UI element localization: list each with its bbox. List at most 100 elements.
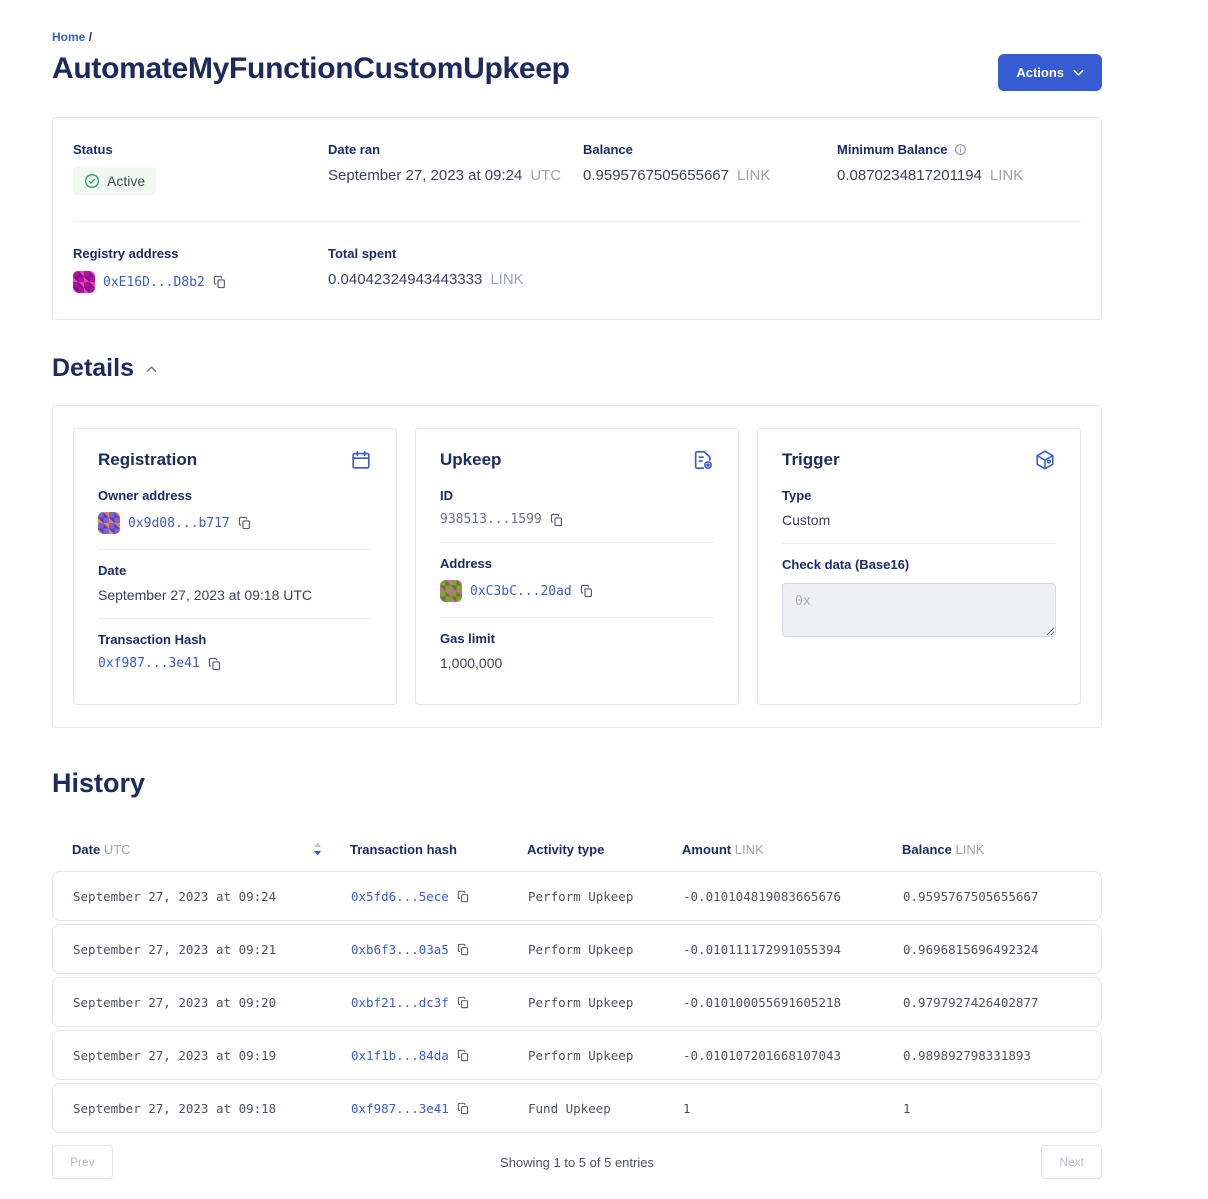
next-button[interactable]: Next	[1041, 1145, 1102, 1179]
column-header-date: Date UTC	[72, 842, 350, 857]
gas-limit-label: Gas limit	[440, 631, 714, 646]
total-spent-value: 0.04042324943443333	[328, 271, 482, 288]
upkeep-id-label: ID	[440, 488, 714, 503]
upkeep-card-title: Upkeep	[440, 450, 501, 470]
upkeep-id-field: ID 938513...1599	[440, 475, 714, 542]
copy-icon[interactable]	[208, 657, 222, 671]
upkeep-identicon	[440, 580, 462, 602]
copy-icon[interactable]	[457, 996, 470, 1009]
row-amount: -0.010100055691605218	[683, 995, 903, 1010]
upkeep-card: Upkeep ID 938513...1599 Address 0x	[415, 428, 739, 705]
owner-address-link[interactable]: 0x9d08...b717	[128, 516, 230, 531]
calendar-icon	[350, 449, 372, 471]
table-row: September 27, 2023 at 09:20 0xbf21...dc3…	[52, 977, 1102, 1027]
trigger-type-label: Type	[782, 488, 1056, 503]
summary-card: Status Active Date ran September 27, 202…	[52, 117, 1102, 320]
copy-icon[interactable]	[457, 1102, 470, 1115]
row-date: September 27, 2023 at 09:18	[73, 1101, 351, 1116]
column-header-balance: Balance LINK	[902, 842, 1082, 857]
row-balance: 0.989892798331893	[903, 1048, 1081, 1063]
min-balance-suffix: LINK	[990, 167, 1023, 184]
row-date: September 27, 2023 at 09:21	[73, 942, 351, 957]
copy-icon[interactable]	[457, 943, 470, 956]
date-ran-suffix: UTC	[530, 167, 561, 184]
registration-date-label: Date	[98, 563, 372, 578]
check-circle-icon	[84, 173, 100, 189]
trigger-type-value: Custom	[782, 512, 1056, 528]
row-tx-link[interactable]: 0x1f1b...84da	[351, 1048, 449, 1063]
total-spent-suffix: LINK	[490, 271, 523, 288]
actions-button[interactable]: Actions	[998, 54, 1102, 91]
owner-identicon	[98, 512, 120, 534]
row-tx-link[interactable]: 0xbf21...dc3f	[351, 995, 449, 1010]
details-title: Details	[52, 354, 134, 383]
copy-icon[interactable]	[213, 275, 227, 289]
min-balance-label: Minimum Balance	[837, 142, 948, 157]
check-data-textarea[interactable]	[782, 583, 1056, 637]
history-rows: September 27, 2023 at 09:24 0x5fd6...5ec…	[52, 871, 1102, 1133]
gas-limit-field: Gas limit 1,000,000	[440, 617, 714, 686]
row-activity: Perform Upkeep	[528, 942, 683, 957]
balance-field: Balance 0.9595767505655667LINK	[583, 142, 837, 195]
upkeep-address-label: Address	[440, 556, 714, 571]
prev-button[interactable]: Prev	[52, 1145, 113, 1179]
registry-address-link[interactable]: 0xE16D...D8b2	[103, 275, 205, 290]
breadcrumb-separator: /	[89, 30, 92, 44]
row-date: September 27, 2023 at 09:19	[73, 1048, 351, 1063]
copy-icon[interactable]	[550, 513, 564, 527]
registration-card: Registration Owner address 0x9d08...b717…	[73, 428, 397, 705]
status-badge: Active	[73, 167, 156, 195]
upkeep-address-field: Address 0xC3bC...20ad	[440, 542, 714, 617]
copy-icon[interactable]	[238, 516, 252, 530]
row-balance: 0.9696815696492324	[903, 942, 1081, 957]
table-row: September 27, 2023 at 09:24 0x5fd6...5ec…	[52, 871, 1102, 921]
table-row: September 27, 2023 at 09:19 0x1f1b...84d…	[52, 1030, 1102, 1080]
copy-icon[interactable]	[457, 890, 470, 903]
column-header-tx: Transaction hash	[350, 842, 527, 857]
copy-icon[interactable]	[457, 1049, 470, 1062]
trigger-type-field: Type Custom	[782, 475, 1056, 543]
status-badge-text: Active	[107, 173, 145, 189]
transaction-hash-field: Transaction Hash 0xf987...3e41	[98, 618, 372, 686]
upkeep-address-link[interactable]: 0xC3bC...20ad	[470, 584, 572, 599]
page-container: Home / AutomateMyFunctionCustomUpkeep Ac…	[52, 0, 1102, 1199]
owner-address-label: Owner address	[98, 488, 372, 503]
registration-date-field: Date September 27, 2023 at 09:18 UTC	[98, 549, 372, 618]
registry-identicon	[73, 271, 95, 293]
chevron-down-icon	[1073, 69, 1084, 77]
total-spent-field: Total spent 0.04042324943443333 LINK	[328, 246, 583, 293]
min-balance-field: Minimum Balance 0.0870234817201194LINK	[837, 142, 1081, 195]
summary-row-bottom: Registry address 0xE16D...D8b2 Total spe…	[53, 222, 1101, 319]
row-activity: Perform Upkeep	[528, 889, 683, 904]
transaction-hash-label: Transaction Hash	[98, 632, 372, 647]
row-activity: Fund Upkeep	[528, 1101, 683, 1116]
row-tx-link[interactable]: 0xb6f3...03a5	[351, 942, 449, 957]
title-bar: AutomateMyFunctionCustomUpkeep Actions	[52, 52, 1102, 91]
row-tx-link[interactable]: 0xf987...3e41	[351, 1101, 449, 1116]
transaction-hash-link[interactable]: 0xf987...3e41	[98, 656, 200, 671]
row-amount: -0.010104819083665676	[683, 889, 903, 904]
breadcrumb-home-link[interactable]: Home	[52, 30, 85, 44]
table-row: September 27, 2023 at 09:21 0xb6f3...03a…	[52, 924, 1102, 974]
sort-icon[interactable]	[313, 842, 322, 856]
balance-label: Balance	[583, 142, 837, 157]
registry-field: Registry address 0xE16D...D8b2	[73, 246, 328, 293]
trigger-card-title: Trigger	[782, 450, 840, 470]
row-balance: 1	[903, 1101, 1081, 1116]
total-spent-label: Total spent	[328, 246, 583, 261]
date-column-suffix: UTC	[104, 842, 131, 857]
page-title: AutomateMyFunctionCustomUpkeep	[52, 52, 570, 86]
info-icon[interactable]	[954, 143, 967, 156]
file-gear-icon	[692, 449, 714, 471]
row-date: September 27, 2023 at 09:20	[73, 995, 351, 1010]
copy-icon[interactable]	[580, 584, 594, 598]
details-collapse-toggle[interactable]	[144, 363, 159, 375]
row-tx-link[interactable]: 0x5fd6...5ece	[351, 889, 449, 904]
row-balance: 0.9595767505655667	[903, 889, 1081, 904]
column-header-amount: Amount LINK	[682, 842, 902, 857]
summary-row-top: Status Active Date ran September 27, 202…	[53, 118, 1101, 221]
date-ran-field: Date ran September 27, 2023 at 09:24UTC	[328, 142, 583, 195]
status-field: Status Active	[73, 142, 328, 195]
balance-suffix: LINK	[737, 167, 770, 184]
owner-address-field: Owner address 0x9d08...b717	[98, 475, 372, 549]
